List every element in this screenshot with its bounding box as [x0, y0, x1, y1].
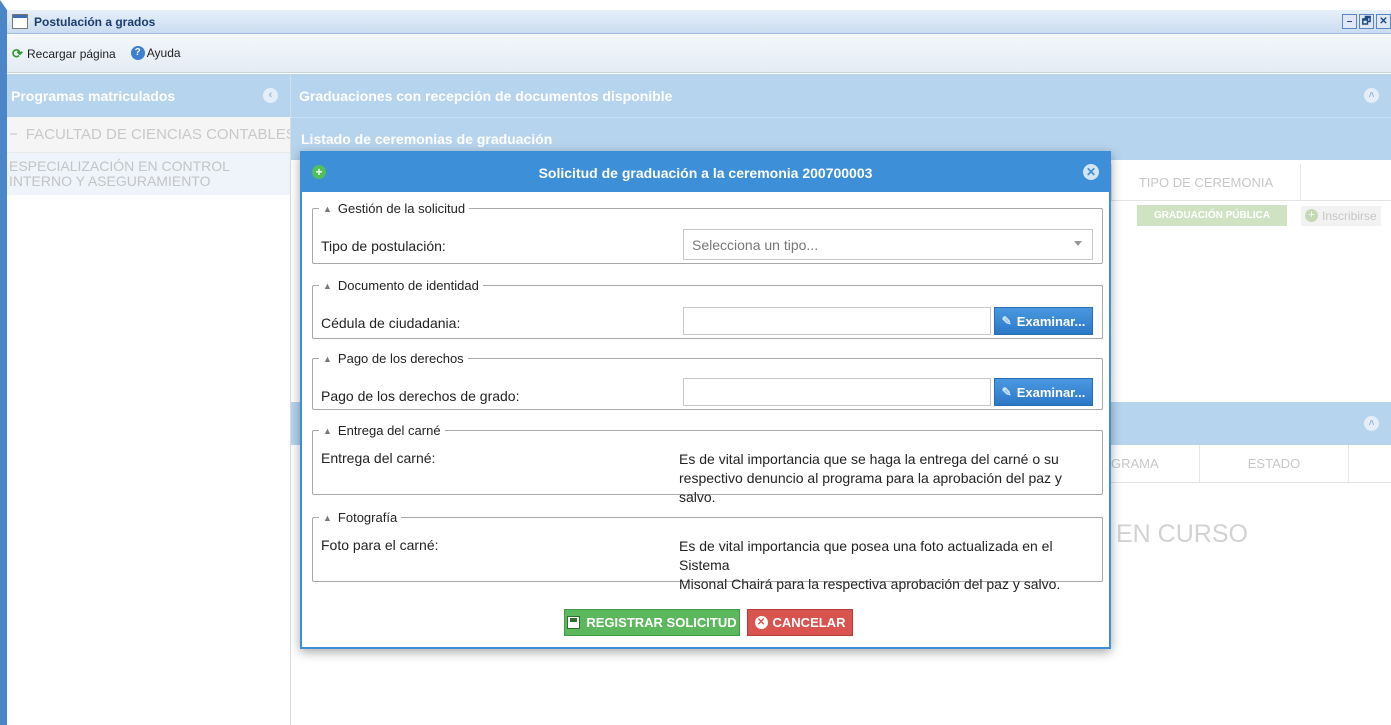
- ceremony-row: GRADUACIÓN PÚBLICA + Inscribirse: [1137, 205, 1381, 226]
- application-type-placeholder: Selecciona un tipo...: [692, 236, 819, 253]
- request-management-legend[interactable]: ▲ Gestión de la solicitud: [319, 201, 469, 216]
- faculty-label: FACULTAD DE CIENCIAS CONTABLES E: [25, 126, 290, 143]
- toolbar: ⟳ Recargar página ? Ayuda: [7, 35, 1391, 73]
- card-delivery-text: Es de vital importancia que se haga la e…: [679, 451, 1062, 505]
- left-panel-title: Programas matriculados: [11, 87, 176, 104]
- collapse-requests-icon[interactable]: ˄: [1364, 416, 1379, 431]
- enroll-button[interactable]: + Inscribirse: [1301, 205, 1381, 226]
- save-icon: [567, 616, 581, 629]
- identity-document-legend[interactable]: ▲ Documento de identidad: [319, 278, 483, 293]
- ceremony-list-title: Listado de ceremonias de graduación: [301, 131, 553, 147]
- cancel-button[interactable]: ✕ CANCELAR: [747, 609, 853, 636]
- reload-button[interactable]: ⟳ Recargar página: [10, 46, 116, 61]
- photo-text: Es de vital importancia que posea una fo…: [679, 538, 1061, 592]
- ceremony-table-header: TIPO DE CEREMONIA: [1111, 164, 1391, 201]
- id-card-label: Cédula de ciudadania:: [321, 315, 461, 331]
- title-bar: Postulación a grados – 🗗 ✕: [7, 10, 1391, 34]
- photo-label: Foto para el carné:: [321, 537, 439, 553]
- help-icon: ?: [130, 46, 145, 60]
- left-panel: Programas matriculados ‹ − FACULTAD DE C…: [7, 74, 291, 725]
- id-card-file-field[interactable]: [683, 307, 991, 335]
- collapse-left-icon[interactable]: ‹: [263, 88, 278, 103]
- enroll-label: Inscribirse: [1322, 208, 1377, 223]
- card-delivery-label: Entrega del carné:: [321, 450, 436, 466]
- faculty-group[interactable]: − FACULTAD DE CIENCIAS CONTABLES E: [7, 117, 290, 153]
- browse-payment-button[interactable]: ✎ Examinar...: [994, 378, 1093, 406]
- pencil-icon: ✎: [1001, 314, 1012, 328]
- window-icon: [12, 14, 28, 29]
- requests-table-header: GRAMA ESTADO: [1111, 445, 1391, 483]
- payment-group: ▲ Pago de los derechos Pago de los derech…: [312, 351, 1103, 410]
- program-item[interactable]: ESPECIALIZACIÓN EN CONTROL INTERNO Y ASE…: [7, 153, 290, 195]
- help-button[interactable]: ? Ayuda: [130, 46, 181, 60]
- collapse-main-icon[interactable]: ˄: [1364, 88, 1379, 103]
- reload-icon: ⟳: [12, 46, 23, 61]
- program-column: GRAMA: [1111, 456, 1159, 471]
- window-title: Postulación a grados: [34, 14, 156, 29]
- chevron-down-icon: [1074, 241, 1082, 246]
- collapse-arrow-icon: ▲: [323, 353, 332, 364]
- collapse-arrow-icon: ▲: [323, 203, 332, 214]
- close-icon[interactable]: ✕: [1083, 164, 1099, 180]
- reload-label: Recargar página: [27, 46, 116, 61]
- minimize-icon[interactable]: –: [1342, 14, 1357, 29]
- photo-legend[interactable]: ▲ Fotografía: [319, 510, 401, 525]
- window-controls: – 🗗 ✕: [1342, 14, 1391, 29]
- graduation-request-dialog: + Solicitud de graduación a la ceremonia…: [300, 151, 1111, 649]
- application-type-label: Tipo de postulación:: [321, 238, 446, 254]
- browse-id-label: Examinar...: [1016, 313, 1086, 329]
- collapse-arrow-icon: ▲: [323, 425, 332, 436]
- register-request-button[interactable]: REGISTRAR SOLICITUD: [564, 609, 740, 636]
- request-management-group: ▲ Gestión de la solicitud Tipo de postula…: [312, 201, 1103, 264]
- payment-label: Pago de los derechos de grado:: [321, 388, 520, 404]
- application-type-select[interactable]: Selecciona un tipo...: [683, 229, 1093, 260]
- pencil-icon: ✎: [1001, 385, 1012, 399]
- browse-id-button[interactable]: ✎ Examinar...: [994, 307, 1093, 335]
- dialog-title: Solicitud de graduación a la ceremonia 2…: [538, 164, 873, 181]
- restore-icon[interactable]: 🗗: [1359, 14, 1374, 29]
- payment-file-field[interactable]: [683, 378, 991, 406]
- photo-group: ▲ Fotografía Foto para el carné: Es de vi…: [312, 510, 1103, 592]
- main-panel-title: Graduaciones con recepción de documentos…: [299, 87, 673, 104]
- plus-icon: +: [312, 165, 326, 179]
- identity-document-group: ▲ Documento de identidad Cédula de ciudad…: [312, 278, 1103, 339]
- cancel-label: CANCELAR: [772, 615, 846, 630]
- main-panel-header: Graduaciones con recepción de documentos…: [291, 74, 1391, 117]
- left-panel-header: Programas matriculados ‹: [7, 74, 290, 117]
- help-label: Ayuda: [146, 46, 181, 60]
- ceremony-type-badge: GRADUACIÓN PÚBLICA: [1137, 205, 1287, 226]
- collapse-group-icon[interactable]: −: [9, 126, 18, 143]
- status-column: ESTADO: [1199, 445, 1349, 482]
- collapse-arrow-icon: ▲: [323, 512, 332, 523]
- program-line-1: ESPECIALIZACIÓN EN CONTROL: [9, 158, 230, 174]
- collapse-arrow-icon: ▲: [323, 280, 332, 291]
- cancel-icon: ✕: [754, 616, 768, 629]
- in-progress-text: EN CURSO: [1116, 520, 1248, 548]
- payment-legend[interactable]: ▲ Pago de los derechos: [319, 351, 468, 366]
- card-delivery-group: ▲ Entrega del carné Entrega del carné: Es…: [312, 423, 1103, 505]
- dialog-header: + Solicitud de graduación a la ceremonia…: [302, 153, 1109, 192]
- close-window-icon[interactable]: ✕: [1376, 14, 1391, 29]
- program-line-2: INTERNO Y ASEGURAMIENTO: [9, 173, 211, 189]
- add-icon: +: [1305, 209, 1318, 222]
- register-label: REGISTRAR SOLICITUD: [586, 615, 737, 630]
- card-delivery-legend[interactable]: ▲ Entrega del carné: [319, 423, 445, 438]
- ceremony-type-column: TIPO DE CEREMONIA: [1111, 164, 1301, 200]
- browse-payment-label: Examinar...: [1016, 384, 1086, 400]
